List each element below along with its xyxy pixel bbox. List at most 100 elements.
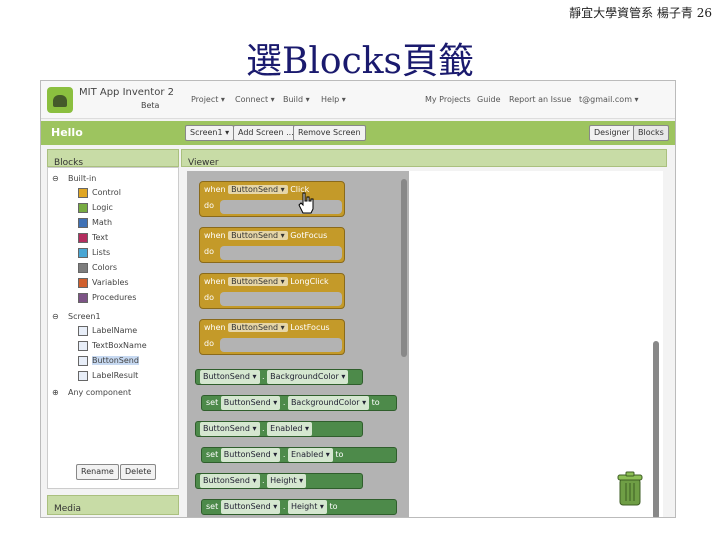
- component-dropdown[interactable]: ButtonSend ▾: [220, 448, 281, 462]
- to-label: to: [335, 450, 344, 459]
- component-icon: [78, 341, 88, 351]
- property-dropdown[interactable]: Height ▾: [287, 500, 327, 514]
- do-label: do: [204, 339, 214, 348]
- component-dropdown[interactable]: ButtonSend ▾: [228, 323, 288, 332]
- component-dropdown[interactable]: ButtonSend ▾: [220, 396, 281, 410]
- viewer-panel-title: Viewer: [188, 158, 219, 168]
- to-label: to: [329, 502, 338, 511]
- component-icon: [78, 356, 88, 366]
- component-dropdown[interactable]: ButtonSend ▾: [228, 277, 288, 286]
- component-dropdown[interactable]: ButtonSend ▾: [228, 231, 288, 240]
- event-block[interactable]: when ButtonSend ▾ Click do: [199, 181, 345, 217]
- trash-icon[interactable]: [617, 471, 643, 507]
- screen-select[interactable]: Screen1 ▾: [185, 125, 235, 141]
- menu-report-issue[interactable]: Report an Issue: [509, 95, 571, 104]
- component-dropdown[interactable]: ButtonSend ▾: [200, 474, 260, 488]
- rename-button[interactable]: Rename: [76, 464, 119, 480]
- screen1-toggle-icon[interactable]: ⊖: [52, 312, 59, 321]
- tree-builtin-item[interactable]: Logic: [92, 203, 113, 212]
- tree-screen1[interactable]: Screen1: [68, 312, 101, 321]
- workspace-scrollbar[interactable]: [653, 341, 659, 517]
- menu-project[interactable]: Project ▾: [191, 95, 225, 104]
- event-block[interactable]: when ButtonSend ▾ LostFocus do: [199, 319, 345, 355]
- add-screen-button[interactable]: Add Screen ...: [233, 125, 299, 141]
- tree-any-component[interactable]: Any component: [68, 388, 131, 397]
- component-dropdown[interactable]: ButtonSend ▾: [200, 370, 260, 384]
- menu-my-projects[interactable]: My Projects: [425, 95, 471, 104]
- delete-button[interactable]: Delete: [120, 464, 157, 480]
- setter-block[interactable]: set ButtonSend ▾ . Height ▾ to: [201, 499, 397, 515]
- hand-cursor-icon: [298, 192, 314, 214]
- tree-builtin-item[interactable]: Math: [92, 218, 112, 227]
- builtin-color-swatch: [78, 233, 88, 243]
- event-name: GotFocus: [290, 231, 328, 240]
- top-navbar: MIT App Inventor 2 Beta Project ▾ Connec…: [41, 81, 675, 119]
- tree-builtin-item[interactable]: Variables: [92, 278, 129, 287]
- property-dropdown[interactable]: Enabled ▾: [267, 422, 313, 436]
- builtin-color-swatch: [78, 248, 88, 258]
- app-inventor-logo-icon: [47, 87, 73, 113]
- menu-account[interactable]: t@gmail.com ▾: [579, 95, 639, 104]
- tree-component-item[interactable]: ButtonSend: [92, 356, 139, 365]
- remove-screen-button[interactable]: Remove Screen: [293, 125, 366, 141]
- property-dropdown[interactable]: BackgroundColor ▾: [287, 396, 370, 410]
- menu-build[interactable]: Build ▾: [283, 95, 310, 104]
- project-name: Hello: [51, 126, 83, 139]
- getter-block[interactable]: ButtonSend ▾ . BackgroundColor ▾: [195, 369, 363, 385]
- blocks-viewer[interactable]: when ButtonSend ▾ Click do when ButtonSend…: [187, 171, 663, 517]
- property-dropdown[interactable]: BackgroundColor ▾: [267, 370, 349, 384]
- do-slot: [220, 200, 342, 214]
- to-label: to: [371, 398, 380, 407]
- menu-help[interactable]: Help ▾: [321, 95, 346, 104]
- block-drawer: when ButtonSend ▾ Click do when ButtonSend…: [187, 171, 409, 517]
- when-label: when: [204, 277, 226, 286]
- property-dropdown[interactable]: Enabled ▾: [287, 448, 333, 462]
- tree-component-item[interactable]: TextBoxName: [92, 341, 147, 350]
- getter-block[interactable]: ButtonSend ▾ . Enabled ▾: [195, 421, 363, 437]
- do-slot: [220, 292, 342, 306]
- app-name: MIT App Inventor 2: [79, 87, 174, 98]
- component-dropdown[interactable]: ButtonSend ▾: [228, 185, 288, 194]
- event-name: LongClick: [290, 277, 329, 286]
- event-block-label: when ButtonSend ▾ LostFocus: [204, 323, 330, 332]
- tree-builtin-item[interactable]: Control: [92, 188, 121, 197]
- setter-block[interactable]: set ButtonSend ▾ . Enabled ▾ to: [201, 447, 397, 463]
- designer-button[interactable]: Designer: [589, 125, 635, 141]
- event-block[interactable]: when ButtonSend ▾ GotFocus do: [199, 227, 345, 263]
- tree-builtin-item[interactable]: Procedures: [92, 293, 136, 302]
- menu-connect[interactable]: Connect ▾: [235, 95, 275, 104]
- tree-builtin-item[interactable]: Colors: [92, 263, 117, 272]
- do-slot: [220, 338, 342, 352]
- set-label: set: [206, 398, 219, 407]
- app-inventor-window: MIT App Inventor 2 Beta Project ▾ Connec…: [40, 80, 676, 518]
- tree-builtin-item[interactable]: Lists: [92, 248, 110, 257]
- component-dropdown[interactable]: ButtonSend ▾: [200, 422, 260, 436]
- tree-component-item[interactable]: LabelName: [92, 326, 137, 335]
- builtin-toggle-icon[interactable]: ⊖: [52, 174, 59, 183]
- blocks-button[interactable]: Blocks: [633, 125, 669, 141]
- builtin-color-swatch: [78, 263, 88, 273]
- tree-builtin[interactable]: Built-in: [68, 174, 96, 183]
- do-label: do: [204, 293, 214, 302]
- event-name: LostFocus: [290, 323, 330, 332]
- tree-component-item[interactable]: LabelResult: [92, 371, 138, 380]
- builtin-color-swatch: [78, 278, 88, 288]
- set-label: set: [206, 450, 219, 459]
- menu-guide[interactable]: Guide: [477, 95, 501, 104]
- when-label: when: [204, 323, 226, 332]
- drawer-scrollbar[interactable]: [401, 179, 407, 357]
- viewer-panel-header: Viewer: [181, 149, 667, 168]
- builtin-color-swatch: [78, 188, 88, 198]
- component-icon: [78, 326, 88, 336]
- event-block[interactable]: when ButtonSend ▾ LongClick do: [199, 273, 345, 309]
- any-component-toggle-icon[interactable]: ⊕: [52, 388, 59, 397]
- tree-builtin-item[interactable]: Text: [92, 233, 108, 242]
- setter-block[interactable]: set ButtonSend ▾ . BackgroundColor ▾ to: [201, 395, 397, 411]
- do-label: do: [204, 201, 214, 210]
- getter-block[interactable]: ButtonSend ▾ . Height ▾: [195, 473, 363, 489]
- property-dropdown[interactable]: Height ▾: [267, 474, 307, 488]
- do-slot: [220, 246, 342, 260]
- when-label: when: [204, 185, 226, 194]
- blocks-panel-header: Blocks: [47, 149, 179, 168]
- component-dropdown[interactable]: ButtonSend ▾: [220, 500, 281, 514]
